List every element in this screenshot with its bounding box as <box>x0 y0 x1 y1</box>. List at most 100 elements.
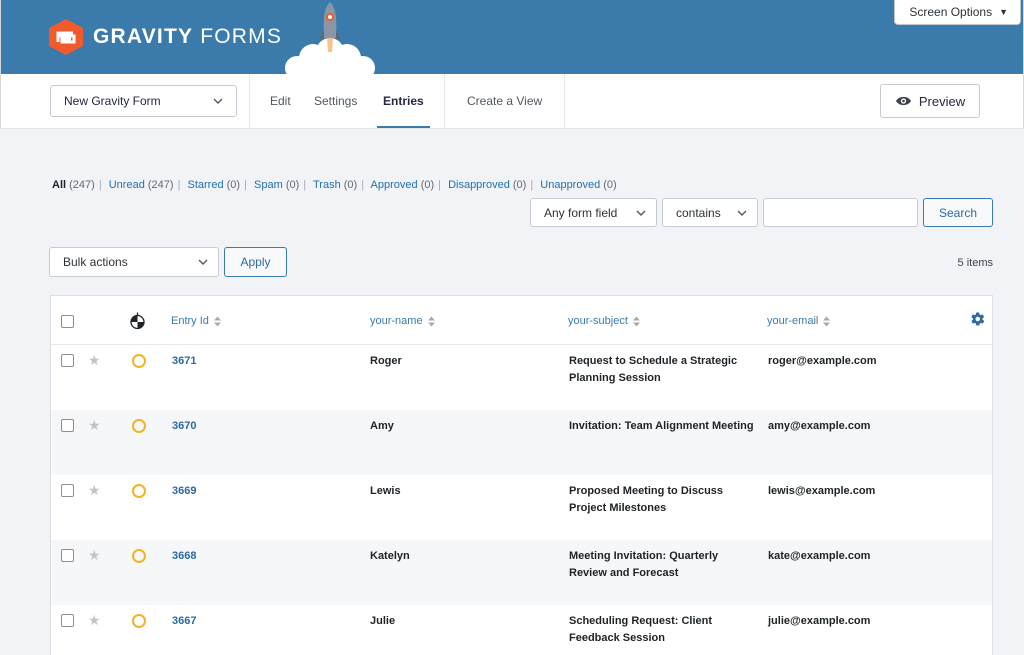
chevron-down-icon <box>198 259 208 265</box>
sort-icon <box>427 316 435 326</box>
tab-entries[interactable]: Entries <box>377 74 430 128</box>
cell-subject: Meeting Invitation: Quarterly Review and… <box>569 550 719 579</box>
gear-icon[interactable] <box>968 310 986 328</box>
table-row[interactable]: ★ 3671 Roger Request to Schedule a Strat… <box>51 345 992 410</box>
cell-subject: Scheduling Request: Client Feedback Sess… <box>569 615 713 644</box>
filter-count: (0) <box>512 179 527 191</box>
filter-count: (0) <box>285 179 300 191</box>
row-checkbox[interactable] <box>61 484 74 497</box>
entry-id-link[interactable]: 3667 <box>172 613 196 630</box>
cell-name: Julie <box>370 615 396 627</box>
search-button[interactable]: Search <box>923 198 993 227</box>
entry-id-link[interactable]: 3671 <box>172 353 196 370</box>
search-field-select[interactable]: Any form field <box>530 198 657 227</box>
sort-icon <box>213 316 221 326</box>
sort-icon <box>823 316 831 326</box>
divider <box>564 74 565 128</box>
unread-circle-icon[interactable] <box>132 614 146 628</box>
filter-disapproved[interactable]: Disapproved <box>448 179 510 191</box>
star-icon[interactable]: ★ <box>88 352 101 369</box>
filter-unread[interactable]: Unread <box>109 179 145 191</box>
preview-label: Preview <box>918 93 966 109</box>
table-row[interactable]: ★ 3669 Lewis Proposed Meeting to Discuss… <box>51 475 992 540</box>
table-row[interactable]: ★ 3670 Amy Invitation: Team Alignment Me… <box>51 410 992 475</box>
form-switcher-label: New Gravity Form <box>64 94 161 108</box>
cell-email: kate@example.com <box>768 550 871 562</box>
column-your-subject[interactable]: your-subject <box>568 315 640 327</box>
filter-count: (0) <box>343 179 358 191</box>
search-operator-label: contains <box>676 205 721 220</box>
filter-count: (247) <box>69 179 95 191</box>
cell-email: roger@example.com <box>768 355 877 367</box>
filter-count: (0) <box>420 179 435 191</box>
row-checkbox[interactable] <box>61 549 74 562</box>
form-toolbar: New Gravity Form Edit Settings Entries C… <box>0 74 1024 129</box>
search-operator-select[interactable]: contains <box>662 198 758 227</box>
row-checkbox[interactable] <box>61 354 74 367</box>
cell-email: amy@example.com <box>768 420 871 432</box>
filter-count: (0) <box>226 179 241 191</box>
filter-spam[interactable]: Spam <box>254 179 283 191</box>
cell-subject: Request to Schedule a Strategic Planning… <box>569 355 738 384</box>
divider <box>444 74 445 128</box>
column-your-name[interactable]: your-name <box>370 315 435 327</box>
unread-circle-icon[interactable] <box>132 354 146 368</box>
row-checkbox[interactable] <box>61 614 74 627</box>
star-icon[interactable]: ★ <box>88 547 101 564</box>
filter-approved[interactable]: Approved <box>371 179 418 191</box>
bulk-actions-select[interactable]: Bulk actions <box>49 247 219 277</box>
chevron-down-icon <box>213 98 223 104</box>
column-label: your-name <box>370 315 423 327</box>
cell-email: lewis@example.com <box>768 485 876 497</box>
cell-name: Lewis <box>370 485 401 497</box>
filter-count: (247) <box>147 179 174 191</box>
rocket-icon <box>285 2 375 76</box>
entry-id-link[interactable]: 3668 <box>172 548 196 565</box>
cell-name: Amy <box>370 420 394 432</box>
form-switcher-select[interactable]: New Gravity Form <box>50 85 237 117</box>
screen-options-label: Screen Options <box>909 5 993 19</box>
star-icon[interactable]: ★ <box>88 612 101 629</box>
column-entry-id[interactable]: Entry Id <box>171 315 221 327</box>
search-input[interactable] <box>763 198 918 227</box>
unread-circle-icon[interactable] <box>132 419 146 433</box>
tab-create-a-view[interactable]: Create a View <box>467 74 542 128</box>
gravity-forms-logo: GRAVITY FORMS <box>49 19 282 55</box>
caret-down-icon: ▼ <box>999 7 1008 17</box>
filter-count: (0) <box>603 179 617 191</box>
cell-subject: Invitation: Team Alignment Meeting <box>569 420 754 432</box>
entries-table: Entry Id your-name your-subject your-ema… <box>50 295 993 655</box>
entry-id-link[interactable]: 3670 <box>172 418 196 435</box>
items-count: 5 items <box>957 257 993 269</box>
row-checkbox[interactable] <box>61 419 74 432</box>
cell-subject: Proposed Meeting to Discuss Project Mile… <box>569 485 724 514</box>
column-label: your-email <box>767 315 819 327</box>
star-icon[interactable]: ★ <box>88 482 101 499</box>
table-header: Entry Id your-name your-subject your-ema… <box>51 296 992 345</box>
filter-all[interactable]: All <box>52 179 66 191</box>
table-row[interactable]: ★ 3668 Katelyn Meeting Invitation: Quart… <box>51 540 992 605</box>
tab-settings[interactable]: Settings <box>314 74 357 128</box>
preview-button[interactable]: Preview <box>880 84 980 118</box>
divider <box>249 74 250 128</box>
entry-id-link[interactable]: 3669 <box>172 483 196 500</box>
read-status-icon <box>130 312 145 330</box>
apply-button[interactable]: Apply <box>224 247 287 277</box>
filter-starred[interactable]: Starred <box>187 179 223 191</box>
sort-icon <box>632 316 640 326</box>
app-header: GRAVITY FORMS Screen Options ▼ <box>0 0 1024 76</box>
select-all-checkbox[interactable] <box>61 315 74 328</box>
column-your-email[interactable]: your-email <box>767 315 831 327</box>
unread-circle-icon[interactable] <box>132 549 146 563</box>
tab-edit[interactable]: Edit <box>270 74 291 128</box>
filter-unapproved[interactable]: Unapproved <box>540 179 600 191</box>
table-row[interactable]: ★ 3667 Julie Scheduling Request: Client … <box>51 605 992 655</box>
search-field-label: Any form field <box>544 205 618 220</box>
screen-options-button[interactable]: Screen Options ▼ <box>894 0 1021 25</box>
entry-filter-links: All (247) | Unread (247) | Starred (0) | Sp… <box>52 179 617 191</box>
unread-circle-icon[interactable] <box>132 484 146 498</box>
column-label: your-subject <box>568 315 628 327</box>
star-icon[interactable]: ★ <box>88 417 101 434</box>
filter-trash[interactable]: Trash <box>313 179 341 191</box>
cell-email: julie@example.com <box>768 615 871 627</box>
